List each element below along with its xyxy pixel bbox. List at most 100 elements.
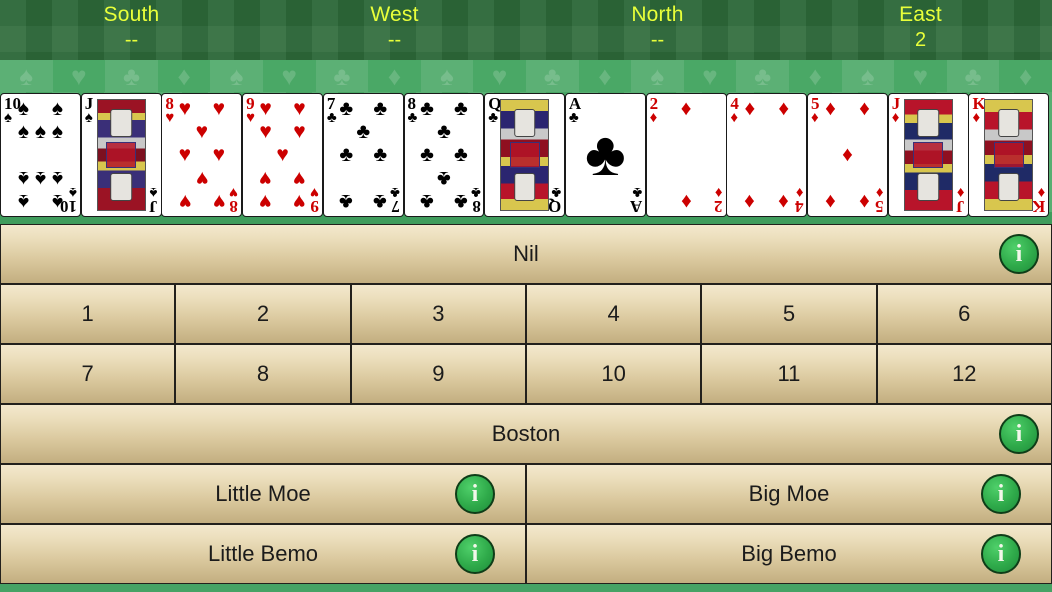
bidding-panel: Nil i 123456 7 8 9 10 11 12 Boston i Little M… <box>0 224 1052 584</box>
card-pip: ♥ <box>293 166 306 190</box>
card-pip: ♦ <box>842 142 853 166</box>
face-torso <box>913 141 944 169</box>
card-corner-index: J ♦ <box>956 184 965 216</box>
bid-number-button-5[interactable]: 5 <box>701 284 877 344</box>
playing-card-j-diamonds[interactable]: J ♦ J ♦ <box>887 93 969 217</box>
card-pip: ♣ <box>339 142 354 166</box>
player-hand: 10 ♠ 10 ♠ ♠ ♠ ♠ ♠ ♠ ♠ ♠ ♠ ♠ ♠ J ♠ J ♠ 8 ♥ 8 ♥ ♥ ♥ ♥ ♥ ♥ ♥ ♥ ♥ 9 ♥ 9 ♥ ♥ ♥ ♥ ♥… <box>0 93 1052 217</box>
playing-card-2-diamonds[interactable]: 2 ♦ 2 ♦ ♦ ♦ <box>645 93 727 217</box>
info-icon[interactable]: i <box>455 474 495 514</box>
suit-pattern-cell: ♥ <box>912 61 929 91</box>
face-torso <box>106 141 137 169</box>
bid-little-moe-button[interactable]: Little Moe i <box>0 464 526 524</box>
bid-number-label: 1 <box>81 301 94 326</box>
card-pip: ♣ <box>356 120 371 144</box>
bid-number-button-6[interactable]: 6 <box>876 284 1052 344</box>
face-torso <box>993 141 1024 169</box>
card-corner-index: Q ♣ <box>547 184 562 216</box>
bid-number-label: 3 <box>432 301 445 326</box>
card-pip-grid: ♦ ♦ <box>661 98 712 212</box>
card-pip: ♠ <box>17 166 30 190</box>
seat-name: East <box>899 3 942 26</box>
face-torso <box>509 141 540 169</box>
card-pip: ♥ <box>276 142 289 166</box>
card-corner-index: J ♠ <box>149 184 158 216</box>
bid-number-button-1[interactable]: 1 <box>0 284 176 344</box>
suit-pattern-cell: ♦ <box>808 61 822 91</box>
card-pip: ♣ <box>420 97 434 121</box>
card-pip: ♦ <box>680 97 692 121</box>
bid-boston-label: Boston <box>491 421 561 446</box>
playing-card-10-spades[interactable]: 10 ♠ 10 ♠ ♠ ♠ ♠ ♠ ♠ ♠ ♠ ♠ ♠ ♠ <box>0 93 81 217</box>
seat-name: West <box>370 3 419 26</box>
bid-big-bemo-button[interactable]: Big Bemo i <box>526 524 1052 584</box>
suit-pattern-cell: ♣ <box>946 60 1000 92</box>
bid-nil-button[interactable]: Nil i <box>0 224 1052 284</box>
suit-pattern-cell: ♥ <box>702 61 718 91</box>
bid-number-button-3[interactable]: 3 <box>350 284 526 344</box>
card-pip: ♦ <box>778 189 790 213</box>
card-pip: ♣ <box>373 97 388 121</box>
card-pip-grid: ♦ ♦ ♦ ♦ ♦ <box>822 98 873 212</box>
info-icon[interactable]: i <box>981 474 1021 514</box>
card-pip: ♦ <box>859 189 870 213</box>
bid-big-moe-button[interactable]: Big Moe i <box>526 464 1052 524</box>
card-pip: ♠ <box>51 120 63 144</box>
card-pip: ♦ <box>680 189 692 213</box>
card-corner-index: 8 ♥ <box>229 184 239 216</box>
bid-number-button-12[interactable]: 12 <box>876 344 1052 404</box>
card-pip: ♠ <box>34 120 47 144</box>
bid-number-button-2[interactable]: 2 <box>175 284 351 344</box>
seat-bid: -- <box>650 29 665 51</box>
boston-row: Boston i <box>0 404 1052 464</box>
card-pip: ♦ <box>859 97 870 121</box>
card-pip: ♥ <box>195 166 209 190</box>
bid-number-button-7[interactable]: 7 <box>0 344 176 404</box>
card-pip: ♣ <box>420 142 434 166</box>
card-corner-index: 8 ♣ <box>407 94 418 126</box>
bid-nil-label: Nil <box>513 241 539 266</box>
card-pip: ♥ <box>178 189 192 213</box>
playing-card-j-spades[interactable]: J ♠ J ♠ <box>80 93 162 217</box>
playing-card-a-clubs[interactable]: A ♣ A ♣ ♣ <box>564 93 646 217</box>
seat-name: North <box>631 3 684 26</box>
playing-card-4-diamonds[interactable]: 4 ♦ 4 ♦ ♦ ♦ ♦ ♦ <box>726 93 808 217</box>
bid-number-button-4[interactable]: 4 <box>525 284 702 344</box>
card-face-art <box>96 99 146 211</box>
playing-card-8-hearts[interactable]: 8 ♥ 8 ♥ ♥ ♥ ♥ ♥ ♥ ♥ ♥ ♥ <box>161 93 243 217</box>
suit-pattern-cell: ♠ <box>841 60 895 92</box>
info-icon-glyph: i <box>471 481 479 507</box>
card-pip: ♣ <box>420 189 434 213</box>
bid-little-bemo-button[interactable]: Little Bemo i <box>0 524 526 584</box>
info-icon[interactable]: i <box>981 534 1021 574</box>
card-pip: ♥ <box>212 189 226 213</box>
suit-pattern-cell: ♥ <box>281 61 297 91</box>
card-corner-index: 5 ♦ <box>875 184 884 216</box>
info-icon[interactable]: i <box>999 234 1039 274</box>
playing-card-q-clubs[interactable]: Q ♣ Q ♣ <box>484 93 566 217</box>
playing-card-k-diamonds[interactable]: K ♦ K ♦ <box>968 93 1050 217</box>
card-corner-index: 7 ♣ <box>389 184 400 216</box>
info-icon[interactable]: i <box>455 534 495 574</box>
playing-card-8-clubs[interactable]: 8 ♣ 8 ♣ ♣ ♣ ♣ ♣ ♣ ♣ ♣ ♣ <box>403 93 485 217</box>
playing-card-9-hearts[interactable]: 9 ♥ 9 ♥ ♥ ♥ ♥ ♥ ♥ ♥ ♥ ♥ ♥ <box>242 93 323 217</box>
bid-boston-button[interactable]: Boston i <box>0 404 1052 464</box>
bid-number-button-11[interactable]: 11 <box>701 344 877 404</box>
seat-header: South -- West -- North -- East 2 <box>0 0 1052 60</box>
info-icon[interactable]: i <box>999 414 1039 454</box>
bid-number-button-8[interactable]: 8 <box>175 344 351 404</box>
card-pip-grid: ♥ ♥ ♥ ♥ ♥ ♥ ♥ ♥ ♥ <box>257 98 308 212</box>
bid-number-label: 5 <box>782 301 796 326</box>
suit-pattern-cell: ♦ <box>1018 61 1033 91</box>
card-pip: ♥ <box>178 142 192 166</box>
card-pip: ♣ <box>454 142 468 166</box>
bid-number-button-10[interactable]: 10 <box>525 344 702 404</box>
card-pip: ♠ <box>51 97 63 121</box>
bid-number-button-9[interactable]: 9 <box>350 344 526 404</box>
seat-bid: 2 <box>914 29 927 51</box>
playing-card-7-clubs[interactable]: 7 ♣ 7 ♣ ♣ ♣ ♣ ♣ ♣ ♣ ♣ <box>322 93 404 217</box>
card-pip: ♣ <box>437 166 451 190</box>
playing-card-5-diamonds[interactable]: 5 ♦ 5 ♦ ♦ ♦ ♦ ♦ ♦ <box>807 93 888 217</box>
card-corner-index: 5 ♦ <box>811 94 820 126</box>
card-pip: ♠ <box>17 97 30 121</box>
